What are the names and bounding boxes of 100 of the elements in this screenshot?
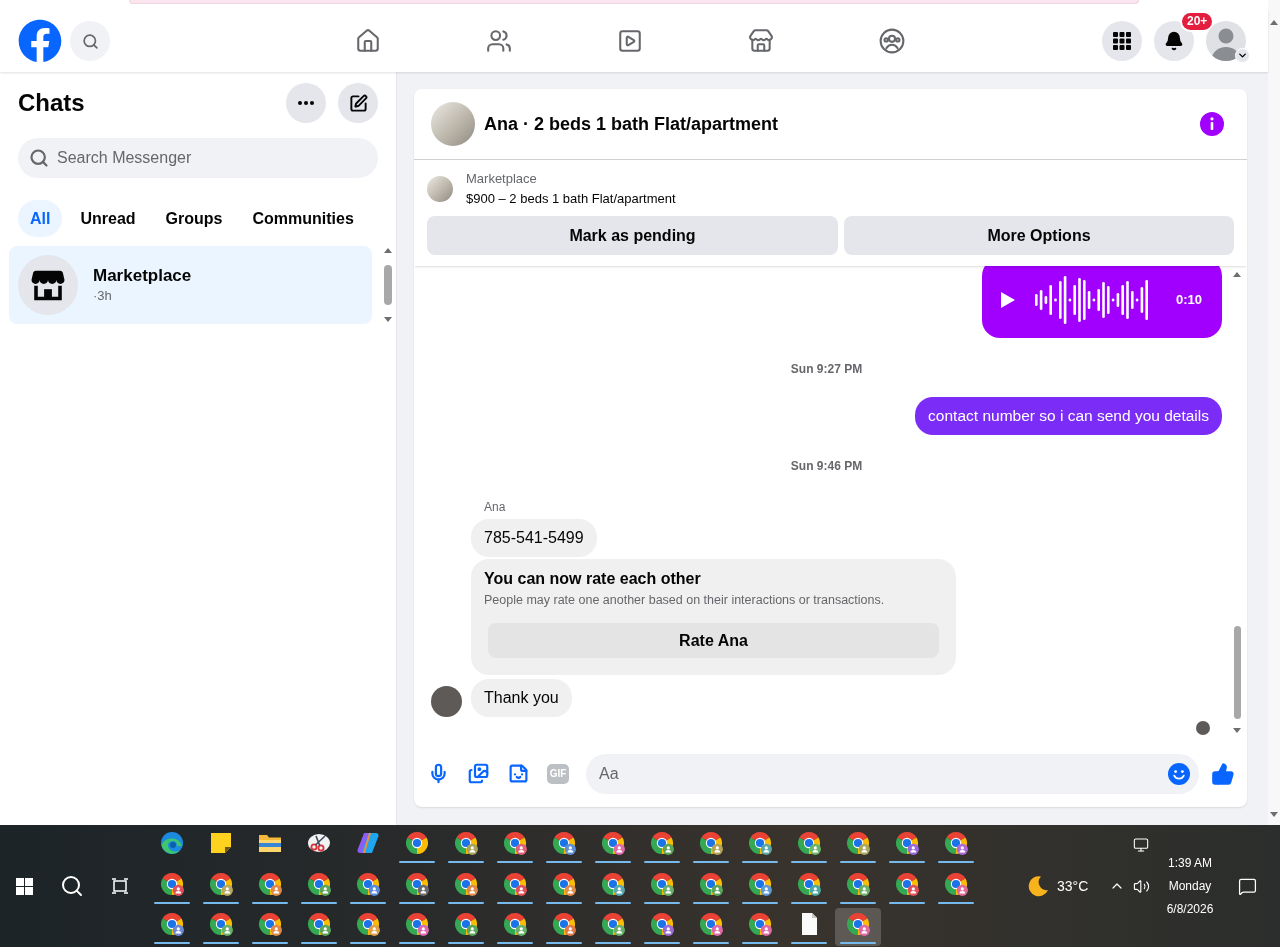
listing-summary: $900 – 2 beds 1 bath Flat/apartment xyxy=(466,190,676,208)
clock-day[interactable]: Monday xyxy=(1168,874,1212,898)
filter-tab[interactable]: Groups xyxy=(153,200,235,237)
new-message-button[interactable] xyxy=(338,83,378,123)
message-input[interactable]: Aa xyxy=(586,753,1199,794)
browser-icon xyxy=(796,871,821,896)
home-icon[interactable] xyxy=(354,28,381,54)
filter-tab[interactable]: Communities xyxy=(240,200,366,237)
taskbar-app[interactable] xyxy=(834,908,881,946)
clock-time[interactable]: 1:39 AM xyxy=(1168,851,1212,875)
clock-date[interactable]: 6/8/2026 xyxy=(1166,897,1214,921)
windows-start-icon[interactable] xyxy=(15,877,33,895)
browser-icon xyxy=(943,830,968,855)
play-icon[interactable] xyxy=(1001,292,1015,308)
browser-icon xyxy=(159,912,184,936)
sparkle-logo-icon xyxy=(355,830,380,855)
bell-icon xyxy=(1164,31,1184,51)
browser-icon xyxy=(845,871,870,896)
conversation-time: ·3h xyxy=(93,287,113,305)
conversation-name: Marketplace xyxy=(93,265,192,287)
browser-icon xyxy=(698,912,723,936)
browser-icon xyxy=(845,912,870,936)
monitor-icon[interactable] xyxy=(1133,837,1149,853)
swirl-browser-icon xyxy=(159,830,184,855)
info-icon[interactable] xyxy=(1200,112,1224,136)
browser-icon xyxy=(747,830,772,855)
browser-icon xyxy=(649,830,674,855)
weather-temperature[interactable]: 33°C xyxy=(1056,877,1106,895)
people-icon[interactable] xyxy=(485,28,512,54)
browser-icon xyxy=(404,912,429,936)
browser-icon xyxy=(600,830,625,855)
search-button[interactable] xyxy=(70,21,110,61)
rate-button[interactable]: Rate Ana xyxy=(488,623,939,658)
browser-icon xyxy=(453,830,478,855)
notification-icon[interactable] xyxy=(1237,876,1257,896)
listing-photo[interactable] xyxy=(431,102,475,146)
browser-icon xyxy=(355,912,380,936)
message-bubble: contact number so i can send you details xyxy=(915,397,1222,435)
play-square-icon[interactable] xyxy=(616,28,643,54)
browser-icon xyxy=(453,871,478,896)
scroll-up-icon[interactable] xyxy=(384,248,392,253)
moon-icon[interactable] xyxy=(1027,875,1049,897)
facebook-logo[interactable] xyxy=(18,19,62,63)
scroll-up-icon[interactable] xyxy=(1233,272,1241,277)
scrollbar-thumb[interactable] xyxy=(1233,626,1241,719)
browser-icon xyxy=(551,830,576,855)
browser-icon xyxy=(306,912,331,936)
browser-icon xyxy=(747,912,772,936)
listing-action-button[interactable]: More Options xyxy=(844,216,1234,255)
message-timestamp: Sun 9:27 PM xyxy=(790,361,863,378)
message-bubble: 785-541-5499 xyxy=(471,519,597,557)
chats-title: Chats xyxy=(18,88,85,118)
browser-icon xyxy=(649,871,674,896)
like-icon[interactable] xyxy=(1211,761,1235,786)
search-icon[interactable] xyxy=(60,874,84,898)
browser-icon xyxy=(600,871,625,896)
account-avatar[interactable] xyxy=(1206,21,1246,61)
browser-icon xyxy=(306,871,331,896)
browser-icon xyxy=(698,830,723,855)
voice-message[interactable]: 0:10 xyxy=(982,266,1222,338)
scroll-down-icon[interactable] xyxy=(384,317,392,322)
more-button[interactable] xyxy=(286,83,326,123)
filter-tab[interactable]: Unread xyxy=(68,200,148,237)
browser-icon xyxy=(845,830,870,855)
voice-duration: 0:10 xyxy=(1175,292,1202,308)
browser-icon xyxy=(404,871,429,896)
speaker-icon[interactable] xyxy=(1132,878,1150,895)
browser-icon xyxy=(943,871,968,896)
sticker-icon[interactable] xyxy=(507,763,529,784)
scrollbar-thumb[interactable] xyxy=(384,265,392,305)
browser-icon xyxy=(551,912,576,936)
listing-thumbnail[interactable] xyxy=(427,176,453,202)
menu-button[interactable] xyxy=(1102,21,1142,61)
sender-avatar[interactable] xyxy=(431,686,462,717)
browser-icon xyxy=(502,871,527,896)
task-view-icon[interactable] xyxy=(111,877,129,895)
browser-icon xyxy=(747,871,772,896)
people-circle-icon[interactable] xyxy=(878,28,905,54)
search-icon xyxy=(29,148,49,168)
scroll-down-icon[interactable] xyxy=(1233,728,1241,733)
browser-icon xyxy=(600,912,625,936)
message-bubble: Thank you xyxy=(471,679,572,717)
browser-icon xyxy=(894,830,919,855)
search-field[interactable]: Search Messenger xyxy=(18,138,378,178)
browser-icon xyxy=(257,871,282,896)
browser-icon xyxy=(355,871,380,896)
images-icon[interactable] xyxy=(467,763,489,784)
compose-icon xyxy=(348,93,368,113)
store-icon[interactable] xyxy=(747,28,774,54)
conversation-item[interactable]: Marketplace ·3h xyxy=(9,246,372,324)
grid-icon xyxy=(1113,32,1131,50)
listing-action-button[interactable]: Mark as pending xyxy=(427,216,838,255)
chevron-down-icon[interactable] xyxy=(1235,48,1250,63)
scroll-up-icon[interactable] xyxy=(1270,20,1278,25)
notification-badge: 20+ xyxy=(1180,11,1215,32)
message-timestamp: Sun 9:46 PM xyxy=(790,458,863,475)
search-icon xyxy=(81,32,99,50)
scroll-down-icon[interactable] xyxy=(1270,812,1278,817)
filter-tab[interactable]: All xyxy=(18,200,63,237)
emoji-icon[interactable] xyxy=(1168,762,1190,785)
